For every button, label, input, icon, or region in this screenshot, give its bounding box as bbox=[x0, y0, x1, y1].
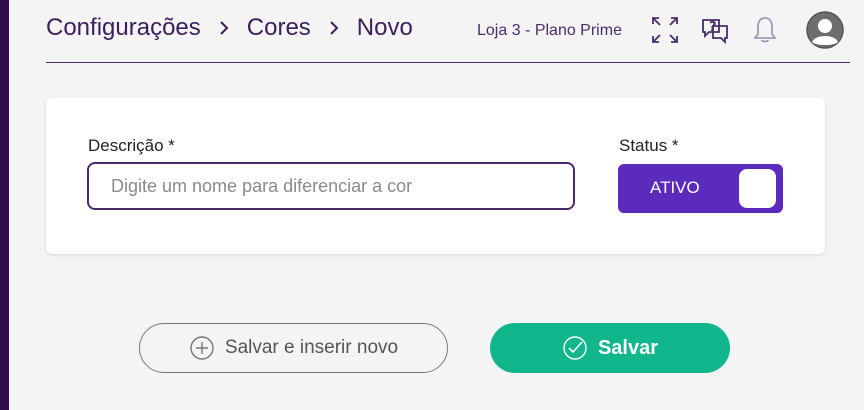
plus-circle-icon bbox=[190, 336, 214, 360]
store-plan-label[interactable]: Loja 3 - Plano Prime bbox=[477, 22, 622, 40]
description-label: Descrição * bbox=[88, 136, 175, 155]
chevron-right-icon bbox=[330, 21, 339, 35]
page-header: Configurações Cores Novo Loja 3 - Plano … bbox=[46, 0, 850, 63]
sidebar-edge bbox=[0, 0, 9, 410]
breadcrumb-item-configuracoes[interactable]: Configurações bbox=[46, 14, 201, 42]
breadcrumb-item-novo: Novo bbox=[356, 14, 413, 41]
expand-icon[interactable] bbox=[649, 14, 681, 46]
save-button[interactable]: Salvar bbox=[490, 323, 730, 373]
status-toggle-text: ATIVO bbox=[650, 178, 700, 197]
help-chat-icon[interactable]: ? bbox=[699, 14, 731, 46]
check-circle-icon bbox=[563, 336, 587, 360]
svg-text:?: ? bbox=[709, 20, 717, 35]
status-toggle-knob[interactable] bbox=[739, 169, 776, 208]
save-and-new-button[interactable]: Salvar e inserir novo bbox=[139, 323, 448, 373]
chevron-right-icon bbox=[220, 21, 229, 35]
breadcrumb: Configurações Cores Novo bbox=[46, 14, 413, 42]
save-label: Salvar bbox=[597, 336, 659, 359]
form-card: Descrição * Status * ATIVO bbox=[46, 98, 825, 254]
user-avatar-icon[interactable] bbox=[806, 11, 844, 49]
save-and-new-label: Salvar e inserir novo bbox=[224, 337, 399, 358]
status-label: Status * bbox=[619, 136, 679, 155]
description-input[interactable] bbox=[87, 162, 575, 210]
breadcrumb-item-cores[interactable]: Cores bbox=[247, 14, 311, 42]
status-toggle[interactable]: ATIVO bbox=[618, 164, 783, 213]
bell-icon[interactable] bbox=[749, 14, 781, 46]
